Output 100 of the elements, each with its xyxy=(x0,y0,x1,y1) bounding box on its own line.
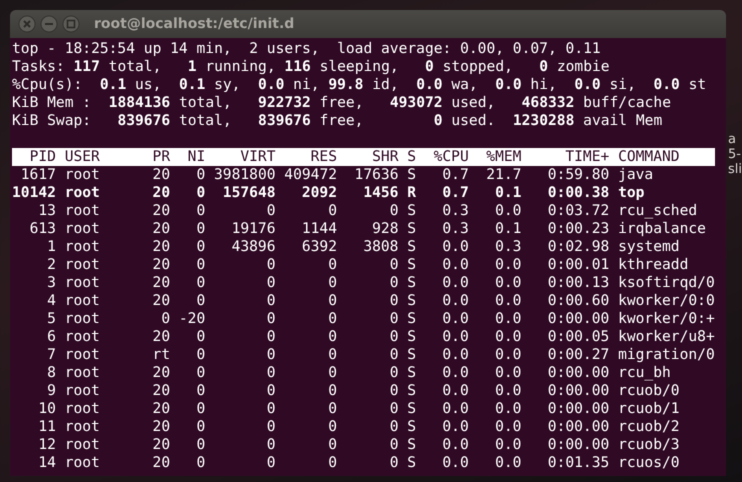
table-cell-text: 0 xyxy=(388,364,398,382)
table-cell-text: rcuob/1 xyxy=(618,400,681,418)
table-cell-text: 0 xyxy=(195,418,206,436)
table-cell-text: 0.0 xyxy=(494,292,522,310)
table-cell-text: root xyxy=(64,256,101,274)
table-cell-text: 0.0 xyxy=(494,256,522,274)
column-header: %MEM xyxy=(485,148,522,166)
table-cell-text: root xyxy=(64,166,101,184)
table-cell-text: 0 xyxy=(327,310,337,328)
table-cell-text: root xyxy=(64,382,101,400)
table-cell-text: 0 xyxy=(327,256,337,274)
table-cell-text: 0 xyxy=(195,238,206,256)
column-header: RES xyxy=(310,148,337,166)
table-cell-text: 0 xyxy=(195,382,206,400)
table-cell-text: 20 xyxy=(152,382,170,400)
table-cell: ksoftirqd/0 xyxy=(618,274,715,292)
table-cell: S xyxy=(407,346,416,364)
table-cell: S xyxy=(407,202,416,220)
background-text: sli xyxy=(728,162,742,177)
table-cell-text: 0.0 xyxy=(441,364,469,382)
table-cell-text: 0.0 xyxy=(441,274,469,292)
table-cell-text: 0.0 xyxy=(441,310,469,328)
table-cell-text: 6 xyxy=(46,328,56,346)
table-cell-text: 0.0 xyxy=(494,454,522,472)
table-cell-text: 0 xyxy=(327,202,337,220)
table-cell-text: 0:00.00 xyxy=(546,382,610,400)
table-cell-text: 0:00.00 xyxy=(546,436,610,454)
table-cell-text: 0 xyxy=(195,436,206,454)
table-cell-text: 613 xyxy=(28,220,56,238)
table-cell-text: 0 xyxy=(327,364,337,382)
window-title: root@localhost:/etc/init.d xyxy=(94,16,294,32)
table-cell-text: 20 xyxy=(152,364,170,382)
table-cell-text: 0 xyxy=(160,310,170,328)
table-cell: S xyxy=(407,400,416,418)
table-cell-text: 0:03.72 xyxy=(546,202,610,220)
column-header: VIRT xyxy=(239,148,276,166)
table-cell: S xyxy=(407,220,416,238)
table-cell: -20 xyxy=(178,310,206,328)
summary-line: KiB Swap: 839676 total, 839676 free, 0 used. 1230288 avail Mem xyxy=(12,112,664,130)
table-cell-text: 0.0 xyxy=(441,400,469,418)
table-cell-text: 0:00.23 xyxy=(546,220,610,238)
summary-line: %Cpu(s): 0.1 us, 0.1 sy, 0.0 ni, 99.8 id, 0.0 wa, 0.0 hi, 0.0 si, 0.0 st xyxy=(12,76,708,94)
table-cell-text: 0:01.35 xyxy=(546,454,610,472)
table-cell-text: 11 xyxy=(37,418,56,436)
table-cell-text: java xyxy=(618,166,654,184)
table-cell-text: 0:02.98 xyxy=(546,238,610,256)
table-cell-text: 14 xyxy=(37,454,56,472)
table-cell-text: 0 xyxy=(388,346,398,364)
column-header: S xyxy=(407,148,416,166)
table-cell-text: 1456 xyxy=(362,184,398,202)
table-cell: 409472 xyxy=(284,166,337,184)
table-cell-text: 0 xyxy=(195,364,206,382)
table-cell-text: 2092 xyxy=(300,184,337,202)
table-cell-text: 0 xyxy=(266,310,276,328)
table-cell-text: 0 xyxy=(195,328,206,346)
table-cell-text: 12 xyxy=(37,436,56,454)
table-cell-text: root xyxy=(64,310,101,328)
table-cell-text: 3808 xyxy=(362,238,398,256)
table-cell-text: top xyxy=(618,184,646,202)
table-cell-text: 0.3 xyxy=(441,202,469,220)
column-header: PID xyxy=(28,148,56,166)
table-cell: S xyxy=(407,166,416,184)
table-cell-text: 0:00.27 xyxy=(546,346,610,364)
table-cell-text: 0.0 xyxy=(494,364,522,382)
table-cell-text: 20 xyxy=(152,256,170,274)
table-cell-text: systemd xyxy=(618,238,681,256)
table-cell-text: 0 xyxy=(266,256,276,274)
table-cell-text: 1144 xyxy=(300,220,337,238)
table-cell-text: 0 xyxy=(266,418,276,436)
table-cell-text: 0 xyxy=(195,274,206,292)
table-cell-text: 3 xyxy=(46,274,56,292)
table-cell-text: 0 xyxy=(266,274,276,292)
table-cell-text: root xyxy=(64,238,101,256)
table-cell-text: rt xyxy=(152,346,170,364)
table-cell-text: 0 xyxy=(266,202,276,220)
minimize-icon[interactable] xyxy=(40,15,58,33)
summary-line: top - 18:25:54 up 14 min, 2 users, load average: 0.00, 0.07, 0.11 xyxy=(12,40,602,58)
table-cell-text: 0 xyxy=(327,400,337,418)
table-cell-text: 0 xyxy=(388,418,398,436)
close-icon[interactable] xyxy=(18,15,36,33)
table-cell-text: 0 xyxy=(266,328,276,346)
table-cell-text: 0 xyxy=(195,454,206,472)
table-cell: S xyxy=(407,310,416,328)
maximize-icon[interactable] xyxy=(62,15,80,33)
table-cell-text: 0 xyxy=(195,256,206,274)
table-cell-text: 20 xyxy=(152,184,170,202)
table-cell-text: 0:00.05 xyxy=(546,328,610,346)
table-cell-text: 0:00.38 xyxy=(546,184,610,202)
table-cell-text: 0 xyxy=(388,382,398,400)
table-cell-text: 0.0 xyxy=(494,274,522,292)
table-cell-text: 0.7 xyxy=(441,166,469,184)
table-cell-text: 0.0 xyxy=(494,436,522,454)
table-cell-text: 0.0 xyxy=(441,328,469,346)
table-cell-text: 0:00.13 xyxy=(546,274,610,292)
column-header: SHR xyxy=(371,148,398,166)
table-cell-text: 0 xyxy=(327,436,337,454)
table-cell-text: 0 xyxy=(388,400,398,418)
column-header: USER xyxy=(64,148,101,166)
table-cell-text: 0 xyxy=(388,454,398,472)
table-cell-text: 0 xyxy=(266,346,276,364)
